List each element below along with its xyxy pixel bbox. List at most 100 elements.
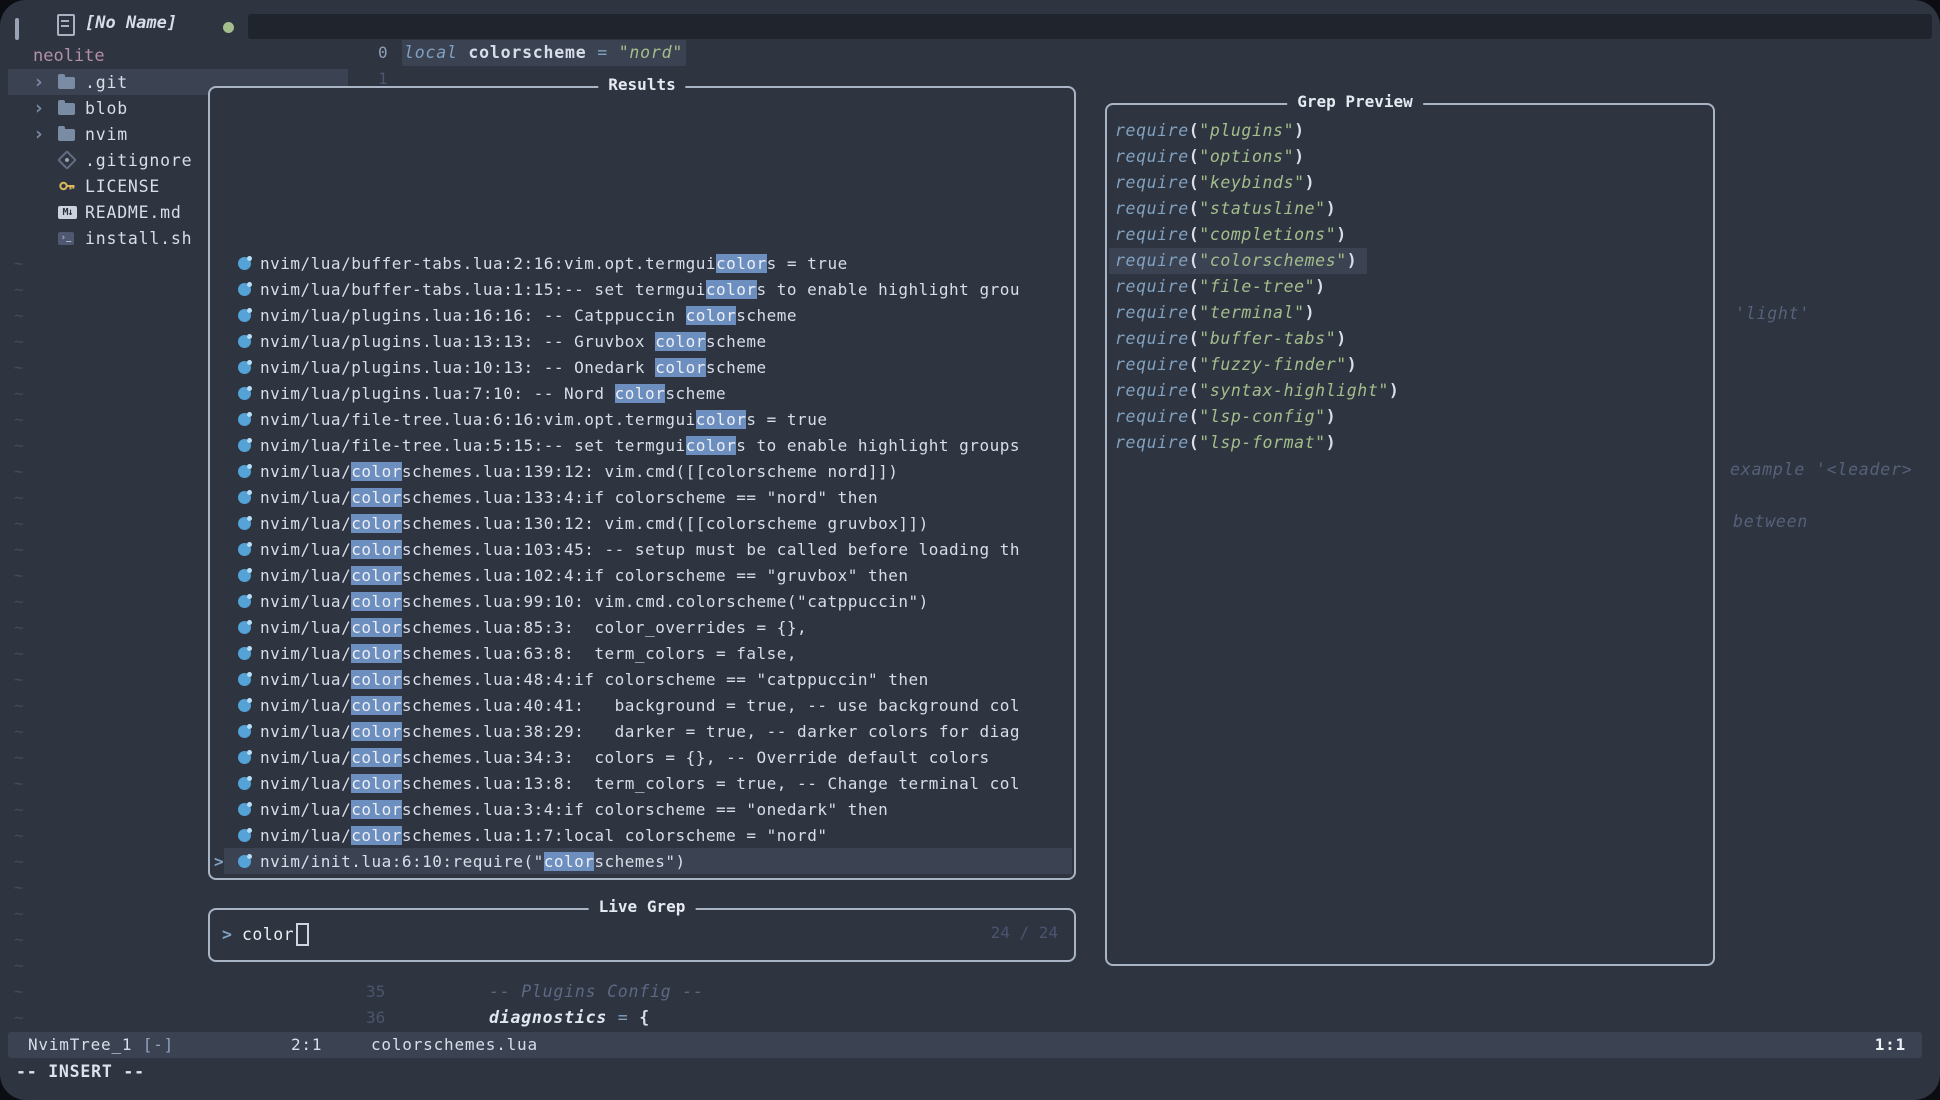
- result-row[interactable]: nvim/lua/colorschemes.lua:40:41: backgro…: [210, 692, 1074, 718]
- tree-item-label: nvim: [85, 125, 128, 144]
- line-number: 36: [366, 1005, 385, 1031]
- code-line: local colorscheme = "nord": [404, 40, 683, 66]
- result-row[interactable]: nvim/lua/colorschemes.lua:3:4:if colorsc…: [210, 796, 1074, 822]
- chevron-right-icon: ›: [8, 97, 58, 119]
- preview-code-line: require("keybinds"): [1109, 170, 1325, 196]
- buffer-fragment: between: [1733, 509, 1808, 535]
- lua-file-icon: [238, 621, 251, 634]
- lua-file-icon: [238, 361, 251, 374]
- lua-file-icon: [238, 517, 251, 530]
- search-query: color: [242, 925, 294, 944]
- result-counter: 24 / 24: [991, 923, 1058, 942]
- result-row[interactable]: nvim/lua/colorschemes.lua:133:4:if color…: [210, 484, 1074, 510]
- tilde-empty-line: ~: [14, 537, 24, 563]
- statusline-filename: colorschemes.lua: [371, 1032, 538, 1058]
- tilde-empty-line: ~: [14, 979, 24, 1005]
- tilde-empty-line: ~: [14, 953, 24, 979]
- lua-file-icon: [238, 777, 251, 790]
- result-row[interactable]: nvim/lua/colorschemes.lua:63:8: term_col…: [210, 640, 1074, 666]
- result-row[interactable]: nvim/lua/plugins.lua:16:16: -- Catppucci…: [210, 302, 1074, 328]
- text-cursor: [296, 923, 309, 946]
- result-row[interactable]: nvim/lua/colorschemes.lua:48:4:if colors…: [210, 666, 1074, 692]
- result-row[interactable]: nvim/lua/colorschemes.lua:85:3: color_ov…: [210, 614, 1074, 640]
- statusline-buffer: NvimTree_1 [-]: [28, 1032, 174, 1058]
- modified-dot-icon: [223, 22, 234, 33]
- tilde-empty-line: ~: [14, 1005, 24, 1031]
- lua-file-icon: [238, 335, 251, 348]
- mode-indicator: -- INSERT --: [16, 1059, 145, 1085]
- buffer-fragment: 'light': [1735, 301, 1810, 327]
- statusline-position-right: 1:1: [1875, 1032, 1906, 1058]
- lua-file-icon: [238, 647, 251, 660]
- result-row[interactable]: nvim/lua/file-tree.lua:5:15:-- set termg…: [210, 432, 1074, 458]
- result-row[interactable]: nvim/lua/colorschemes.lua:38:29: darker …: [210, 718, 1074, 744]
- lua-file-icon: [238, 543, 251, 556]
- result-row[interactable]: nvim/lua/colorschemes.lua:102:4:if color…: [210, 562, 1074, 588]
- result-row[interactable]: nvim/lua/colorschemes.lua:99:10: vim.cmd…: [210, 588, 1074, 614]
- chevron-right-icon: ›: [8, 71, 58, 93]
- tree-item-label: LICENSE: [85, 177, 160, 196]
- code-line: -- Plugins Config --: [489, 979, 704, 1005]
- result-row[interactable]: nvim/lua/file-tree.lua:6:16:vim.opt.term…: [210, 406, 1074, 432]
- preview-code-line: require("lsp-config"): [1109, 404, 1346, 430]
- result-row[interactable]: nvim/lua/colorschemes.lua:130:12: vim.cm…: [210, 510, 1074, 536]
- preview-code-line: require("fuzzy-finder"): [1109, 352, 1367, 378]
- tilde-empty-line: ~: [14, 745, 24, 771]
- preview-code-line: require("terminal"): [1109, 300, 1325, 326]
- preview-code-line: require("completions"): [1109, 222, 1357, 248]
- project-title: neolite: [33, 43, 105, 69]
- tilde-empty-line: ~: [14, 641, 24, 667]
- lua-file-icon: [238, 491, 251, 504]
- lua-file-icon: [238, 803, 251, 816]
- code-token: {: [639, 1008, 650, 1027]
- folder-icon: [58, 103, 75, 115]
- code-token: =: [586, 43, 618, 62]
- tilde-empty-line: ~: [14, 381, 24, 407]
- line-number: 0: [378, 40, 388, 66]
- tilde-empty-line: ~: [14, 563, 24, 589]
- result-row[interactable]: nvim/lua/plugins.lua:13:13: -- Gruvbox c…: [210, 328, 1074, 354]
- tilde-empty-line: ~: [14, 407, 24, 433]
- tree-item-label: blob: [85, 99, 128, 118]
- lua-file-icon: [238, 283, 251, 296]
- lua-file-icon: [238, 439, 251, 452]
- tilde-empty-line: ~: [14, 927, 24, 953]
- lua-file-icon: [238, 309, 251, 322]
- result-row[interactable]: nvim/lua/colorschemes.lua:103:45: -- set…: [210, 536, 1074, 562]
- code-token: diagnostics: [489, 1008, 607, 1027]
- livegrep-panel: Live Grep > color 24 / 24: [208, 908, 1076, 962]
- statusline: NvimTree_1 [-] 2:1 colorschemes.lua 1:1: [8, 1032, 1922, 1058]
- result-row[interactable]: nvim/lua/plugins.lua:10:13: -- Onedark c…: [210, 354, 1074, 380]
- preview-code-line: require("syntax-highlight"): [1109, 378, 1409, 404]
- lua-file-icon: [238, 855, 251, 868]
- result-row[interactable]: nvim/lua/colorschemes.lua:13:8: term_col…: [210, 770, 1074, 796]
- statusline-position-left: 2:1: [291, 1032, 322, 1058]
- result-row[interactable]: nvim/lua/buffer-tabs.lua:2:16:vim.opt.te…: [210, 250, 1074, 276]
- result-row[interactable]: nvim/lua/buffer-tabs.lua:1:15:-- set ter…: [210, 276, 1074, 302]
- livegrep-input[interactable]: > color: [222, 923, 309, 946]
- tree-item-label: .gitignore: [85, 151, 192, 170]
- preview-code-line: require("file-tree"): [1109, 274, 1336, 300]
- code-token: -- Plugins Config --: [489, 982, 704, 1001]
- result-row[interactable]: nvim/lua/colorschemes.lua:139:12: vim.cm…: [210, 458, 1074, 484]
- tab-no-name[interactable]: [No Name]: [85, 13, 177, 33]
- tilde-empty-line: ~: [14, 329, 24, 355]
- line-number: 35: [366, 979, 385, 1005]
- tilde-empty-line: ~: [14, 589, 24, 615]
- file-icon: [57, 14, 75, 36]
- tilde-empty-line: ~: [14, 693, 24, 719]
- window-cursor-bar: [15, 18, 19, 40]
- preview-code-line: require("buffer-tabs"): [1109, 326, 1357, 352]
- terminal-icon: ›_: [58, 232, 74, 245]
- tilde-empty-line: ~: [14, 251, 24, 277]
- result-row[interactable]: > nvim/init.lua:6:10:require("colorschem…: [210, 848, 1074, 874]
- tilde-empty-line: ~: [14, 823, 24, 849]
- result-row[interactable]: nvim/lua/colorschemes.lua:1:7:local colo…: [210, 822, 1074, 848]
- lua-file-icon: [238, 673, 251, 686]
- result-row[interactable]: nvim/lua/plugins.lua:7:10: -- Nord color…: [210, 380, 1074, 406]
- result-row[interactable]: nvim/lua/colorschemes.lua:34:3: colors =…: [210, 744, 1074, 770]
- lua-file-icon: [238, 257, 251, 270]
- code-token: local: [404, 43, 468, 62]
- code-line: diagnostics = {: [489, 1005, 650, 1031]
- tilde-empty-line: ~: [14, 485, 24, 511]
